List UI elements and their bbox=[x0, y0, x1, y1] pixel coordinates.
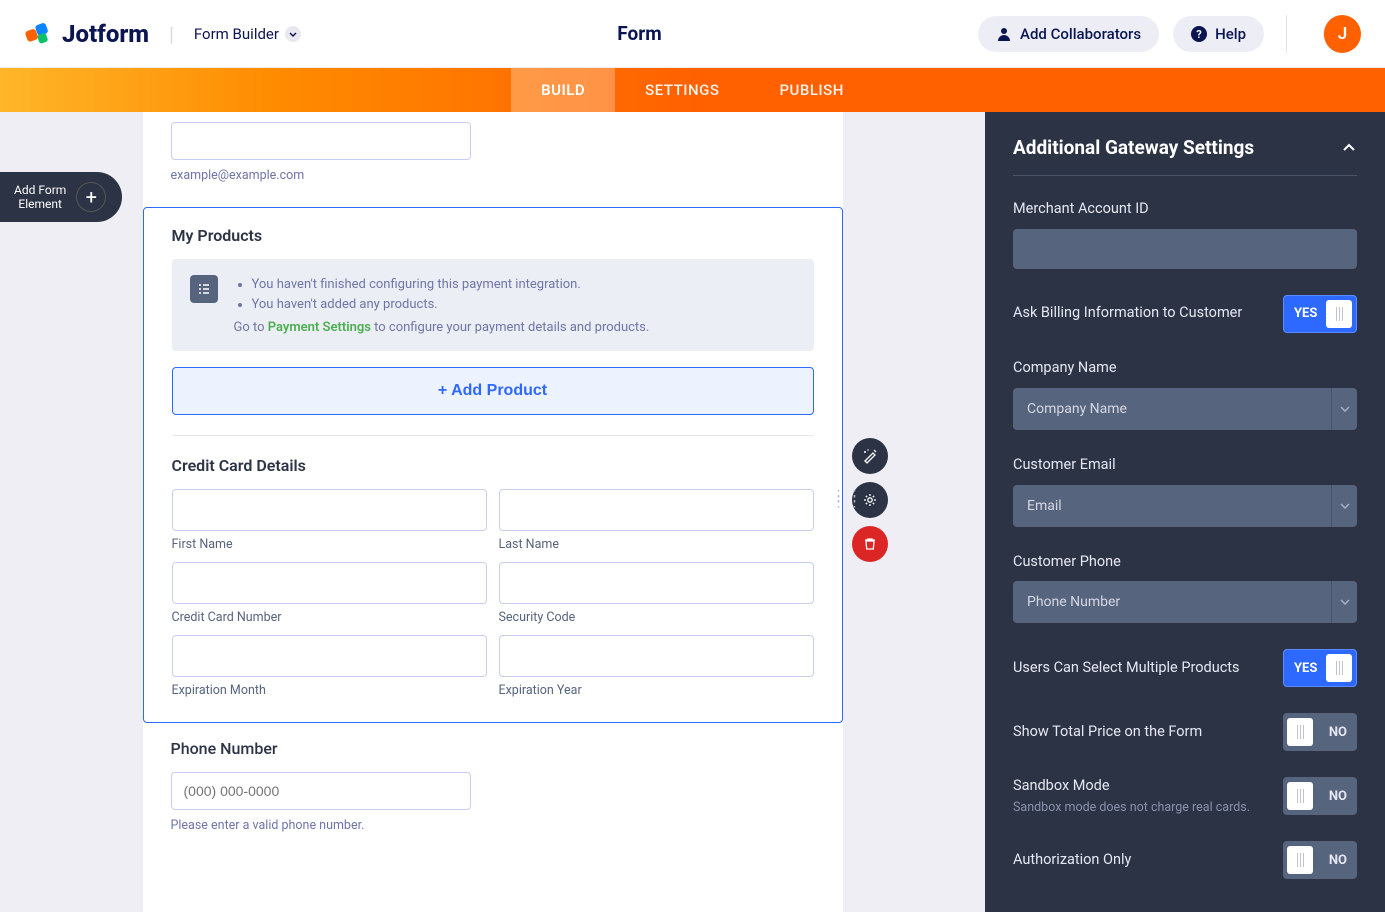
tab-settings[interactable]: SETTINGS bbox=[615, 68, 749, 112]
magic-button[interactable] bbox=[852, 438, 888, 474]
chevron-down-icon bbox=[1340, 503, 1350, 509]
panel-title: Additional Gateway Settings bbox=[1013, 136, 1254, 159]
logo-icon bbox=[24, 20, 52, 48]
form-canvas-area: example@example.com My Products You have… bbox=[0, 112, 985, 912]
products-block[interactable]: My Products You haven't finished configu… bbox=[143, 207, 843, 723]
checklist-icon bbox=[190, 275, 218, 303]
customer-phone-select[interactable]: Phone Number bbox=[1013, 581, 1357, 623]
email-input[interactable] bbox=[171, 122, 471, 160]
cc-security-code[interactable] bbox=[499, 562, 814, 604]
settings-panel: Additional Gateway Settings Merchant Acc… bbox=[985, 112, 1385, 912]
tab-publish[interactable]: PUBLISH bbox=[749, 68, 873, 112]
cc-last-name[interactable] bbox=[499, 489, 814, 531]
chevron-down-icon bbox=[1340, 406, 1350, 412]
phone-helper: Please enter a valid phone number. bbox=[171, 818, 815, 833]
chevron-up-icon[interactable] bbox=[1341, 140, 1357, 156]
phone-input[interactable] bbox=[171, 772, 471, 810]
merchant-id-input[interactable] bbox=[1013, 229, 1357, 269]
user-icon bbox=[996, 26, 1012, 42]
add-form-element-button[interactable]: Add FormElement + bbox=[0, 172, 122, 222]
cc-first-name[interactable] bbox=[172, 489, 487, 531]
phone-title: Phone Number bbox=[171, 739, 815, 758]
delete-button[interactable] bbox=[852, 526, 888, 562]
cc-exp-month[interactable] bbox=[172, 635, 487, 677]
config-warning-box: You haven't finished configuring this pa… bbox=[172, 259, 814, 351]
sandbox-toggle[interactable]: NO bbox=[1283, 777, 1357, 815]
svg-text:?: ? bbox=[1196, 28, 1202, 41]
add-collaborators-button[interactable]: Add Collaborators bbox=[978, 16, 1159, 52]
builder-dropdown[interactable]: Form Builder bbox=[194, 25, 301, 43]
cc-exp-year[interactable] bbox=[499, 635, 814, 677]
tab-build[interactable]: BUILD bbox=[511, 68, 615, 112]
email-field-block[interactable]: example@example.com bbox=[143, 112, 843, 201]
logo[interactable]: Jotform bbox=[24, 20, 149, 48]
multi-products-toggle[interactable]: YES bbox=[1283, 649, 1357, 687]
chevron-down-icon bbox=[285, 26, 301, 42]
ask-billing-toggle[interactable]: YES bbox=[1283, 295, 1357, 333]
nav-bar: BUILD SETTINGS PUBLISH bbox=[0, 68, 1385, 112]
customer-email-select[interactable]: Email bbox=[1013, 485, 1357, 527]
app-header: Jotform | Form Builder Form Add Collabor… bbox=[0, 0, 1385, 68]
chevron-down-icon bbox=[1340, 599, 1350, 605]
drag-handle-icon[interactable]: ⋮⋮⋮⋮ bbox=[832, 493, 864, 505]
show-total-toggle[interactable]: NO bbox=[1283, 713, 1357, 751]
add-product-button[interactable]: + Add Product bbox=[172, 367, 814, 415]
help-icon: ? bbox=[1191, 26, 1207, 42]
company-name-select[interactable]: Company Name bbox=[1013, 388, 1357, 430]
email-helper: example@example.com bbox=[171, 168, 815, 183]
help-button[interactable]: ? Help bbox=[1173, 16, 1264, 52]
form-title[interactable]: Form bbox=[301, 22, 978, 45]
cc-title: Credit Card Details bbox=[172, 456, 814, 475]
cc-number[interactable] bbox=[172, 562, 487, 604]
auth-only-toggle[interactable]: NO bbox=[1283, 841, 1357, 879]
brand-name: Jotform bbox=[62, 20, 149, 48]
plus-icon: + bbox=[76, 182, 106, 212]
phone-field-block[interactable]: Phone Number Please enter a valid phone … bbox=[143, 729, 843, 851]
products-title: My Products bbox=[172, 226, 814, 245]
payment-settings-link[interactable]: Payment Settings bbox=[268, 320, 371, 335]
avatar[interactable]: J bbox=[1323, 15, 1361, 53]
